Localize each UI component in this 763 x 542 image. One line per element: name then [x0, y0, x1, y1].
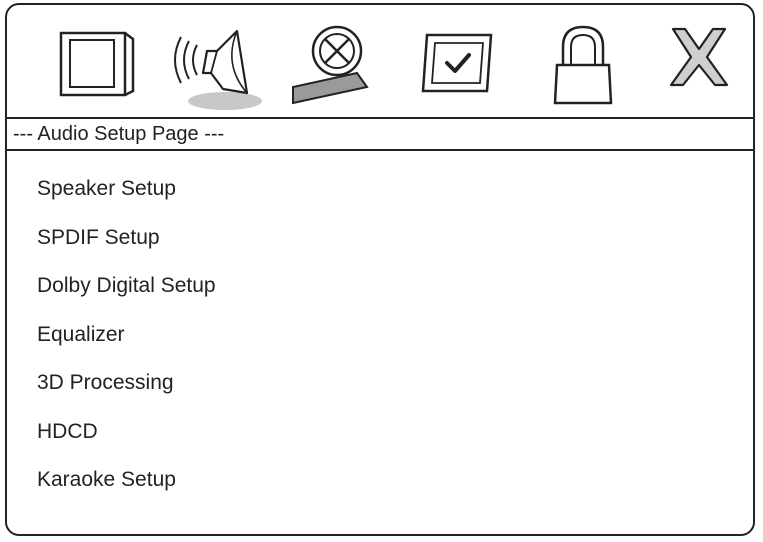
menu-item-spdif-setup[interactable]: SPDIF Setup	[7, 214, 753, 263]
tv-icon	[59, 31, 135, 97]
menu-item-hdcd[interactable]: HDCD	[7, 408, 753, 457]
page-title: --- Audio Setup Page ---	[7, 117, 753, 151]
setup-toolbar	[7, 5, 753, 117]
exit-x-icon	[669, 27, 729, 87]
speaker-icon	[174, 29, 262, 110]
menu-item-dolby-digital-setup[interactable]: Dolby Digital Setup	[7, 262, 753, 311]
audio-setup-tab[interactable]	[163, 15, 273, 111]
video-setup-tab[interactable]	[285, 15, 395, 111]
setup-menu-frame: --- Audio Setup Page --- Speaker Setup S…	[5, 3, 755, 536]
password-tab[interactable]	[527, 15, 637, 111]
exit-tab[interactable]	[643, 15, 753, 111]
menu-item-equalizer[interactable]: Equalizer	[7, 311, 753, 360]
general-setup-tab[interactable]	[41, 15, 151, 111]
menu-item-3d-processing[interactable]: 3D Processing	[7, 359, 753, 408]
menu-item-speaker-setup[interactable]: Speaker Setup	[7, 165, 753, 214]
menu-item-karaoke-setup[interactable]: Karaoke Setup	[7, 456, 753, 505]
checkbox-icon	[421, 33, 493, 93]
lock-icon	[553, 25, 613, 105]
preference-tab[interactable]	[407, 15, 517, 111]
video-reel-icon	[292, 25, 369, 105]
audio-setup-menu: Speaker Setup SPDIF Setup Dolby Digital …	[7, 165, 753, 505]
